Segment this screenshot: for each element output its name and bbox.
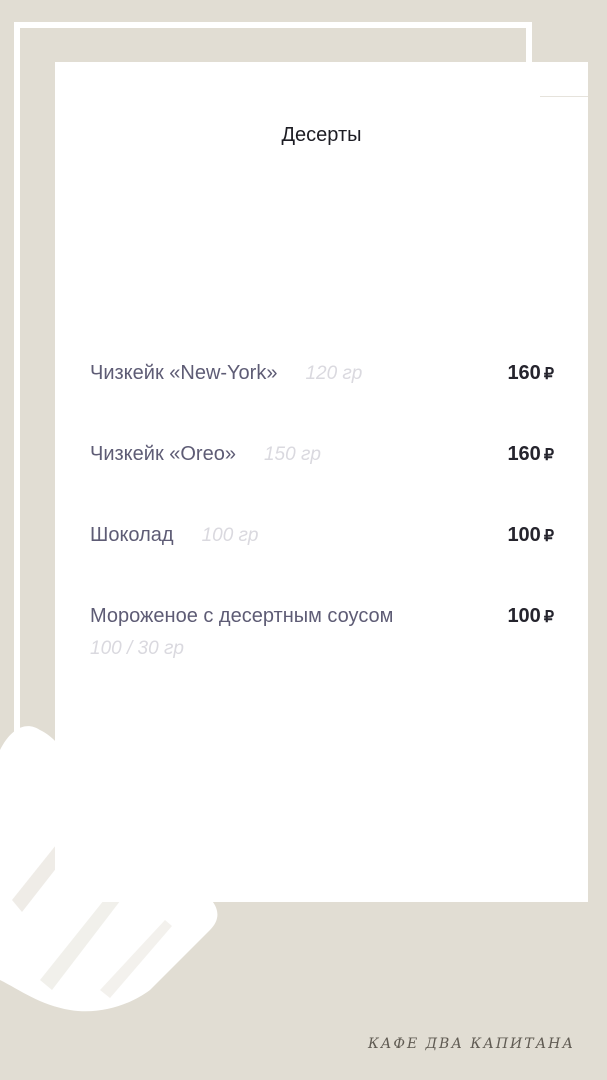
menu-item-name: Шоколад	[90, 524, 174, 546]
menu-card: Десерты Чизкейк «New-York» 120 гр 160 ₽ Чизк…	[55, 62, 588, 902]
menu-item-weight: 100 гр	[201, 525, 259, 546]
menu-item-weight: 120 гр	[305, 363, 363, 384]
menu-item-line: Шоколад 100 гр	[90, 524, 259, 547]
menu-item-line: Чизкейк «Oreo» 150 гр	[90, 443, 321, 466]
currency-symbol: ₽	[543, 447, 554, 464]
cafe-name: КАФЕ ДВА КАПИТАНА	[367, 1036, 575, 1052]
menu-item-name: Мороженое с десертным соусом	[90, 605, 394, 627]
currency-symbol: ₽	[543, 528, 554, 545]
currency-symbol: ₽	[543, 609, 554, 626]
menu-item-price: 160 ₽	[507, 443, 554, 466]
price-value: 100	[507, 605, 541, 627]
menu-item: Чизкейк «Oreo» 150 гр 160 ₽	[90, 443, 554, 524]
menu-item: Мороженое с десертным соусом 100 / 30 гр 1…	[90, 605, 554, 686]
menu-item-weight: 150 гр	[263, 444, 321, 465]
card-edge-line	[540, 96, 588, 97]
menu-title: Десерты	[281, 124, 362, 146]
menu-item-price: 160 ₽	[507, 362, 554, 385]
menu-item-line: Мороженое с десертным соусом	[90, 605, 393, 628]
menu-list: Чизкейк «New-York» 120 гр 160 ₽ Чизкейк «Ore…	[90, 362, 554, 686]
menu-item-price: 100 ₽	[507, 605, 554, 628]
menu-item-price: 100 ₽	[507, 524, 554, 547]
currency-symbol: ₽	[543, 366, 554, 383]
menu-item-weight: 100 / 30 гр	[90, 638, 184, 659]
price-value: 160	[507, 443, 541, 465]
price-value: 160	[507, 362, 541, 384]
menu-item-name: Чизкейк «Oreo»	[90, 443, 236, 465]
menu-item-name: Чизкейк «New-York»	[90, 362, 278, 384]
menu-item: Шоколад 100 гр 100 ₽	[90, 524, 554, 605]
menu-item: Чизкейк «New-York» 120 гр 160 ₽	[90, 362, 554, 443]
menu-item-line: Чизкейк «New-York» 120 гр	[90, 362, 362, 385]
price-value: 100	[507, 524, 541, 546]
